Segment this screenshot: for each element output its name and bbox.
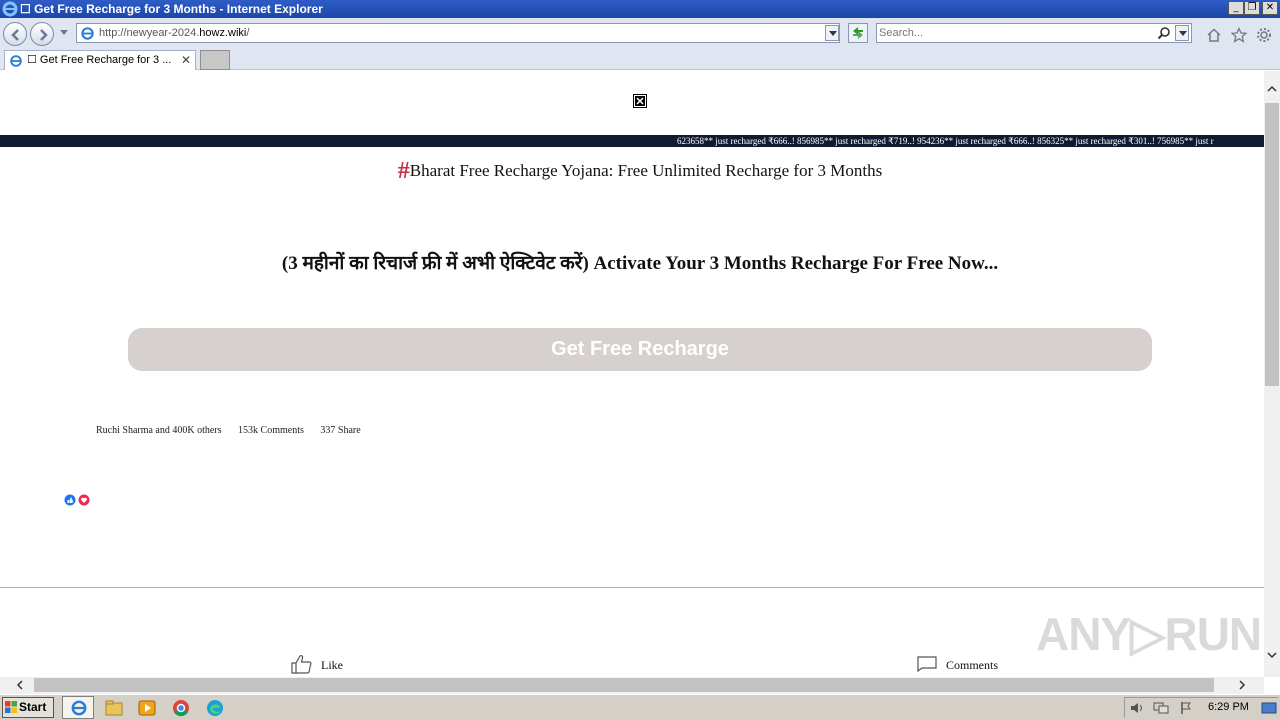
gear-icon[interactable] bbox=[1256, 27, 1272, 43]
refresh-icon bbox=[853, 27, 863, 39]
vertical-scrollbar[interactable] bbox=[1264, 71, 1280, 677]
navigation-bar: http://newyear-2024.howz.wiki/ bbox=[0, 18, 1280, 48]
horizontal-scrollbar[interactable] bbox=[0, 677, 1264, 694]
show-desktop-icon[interactable] bbox=[1261, 701, 1277, 715]
comment-icon bbox=[917, 656, 937, 673]
edge-icon[interactable] bbox=[205, 698, 225, 718]
hashtag-symbol: # bbox=[397, 158, 410, 184]
shares-count[interactable]: 337 Share bbox=[320, 425, 360, 436]
forward-arrow-icon bbox=[40, 29, 48, 41]
taskbar-ie-button[interactable] bbox=[62, 696, 94, 719]
tab-ie-icon bbox=[10, 55, 22, 67]
home-icon[interactable] bbox=[1206, 27, 1222, 43]
page-title-text: Bharat Free Recharge Yojana: Free Unlimi… bbox=[409, 161, 883, 180]
page-subheading: (3 महीनों का रिचार्ज फ्री में अभी ऐक्टिव… bbox=[281, 253, 999, 274]
anyrun-watermark: ANY▷RUN bbox=[1036, 608, 1262, 660]
search-dropdown-button[interactable] bbox=[1175, 25, 1189, 41]
back-button[interactable] bbox=[3, 22, 27, 46]
web-page-content: 623658** just recharged ₹666..! 856985**… bbox=[0, 71, 1264, 677]
tab-label: ☐ Get Free Recharge for 3 ... bbox=[27, 54, 172, 66]
scroll-left-icon[interactable] bbox=[16, 680, 24, 694]
search-box[interactable] bbox=[876, 23, 1192, 43]
page-ie-icon bbox=[81, 27, 94, 40]
get-free-recharge-button[interactable]: Get Free Recharge bbox=[128, 328, 1152, 371]
windows-logo-icon bbox=[5, 701, 17, 713]
address-url: http://newyear-2024.howz.wiki/ bbox=[99, 27, 250, 39]
horizontal-scroll-thumb[interactable] bbox=[34, 678, 1214, 692]
search-input[interactable] bbox=[879, 25, 1149, 41]
file-explorer-icon[interactable] bbox=[104, 698, 124, 718]
window-title-bar: ☐ Get Free Recharge for 3 Months - Inter… bbox=[0, 0, 1280, 18]
comments-button[interactable]: Comments bbox=[916, 653, 1036, 675]
tab-bar: ☐ Get Free Recharge for 3 ... ✕ bbox=[0, 48, 1280, 70]
page-title: #Bharat Free Recharge Yojana: Free Unlim… bbox=[0, 159, 1264, 183]
tab-active[interactable]: ☐ Get Free Recharge for 3 ... ✕ bbox=[4, 50, 196, 70]
scroll-up-icon[interactable] bbox=[1267, 85, 1277, 97]
taskbar: Start 6:29 PM bbox=[0, 694, 1280, 720]
refresh-button[interactable] bbox=[848, 23, 868, 43]
search-icon[interactable] bbox=[1157, 26, 1171, 40]
recharge-ticker: 623658** just recharged ₹666..! 856985**… bbox=[0, 135, 1264, 147]
address-bar[interactable]: http://newyear-2024.howz.wiki/ bbox=[76, 23, 840, 43]
new-tab-button[interactable] bbox=[200, 50, 230, 70]
comments-label: Comments bbox=[946, 658, 999, 672]
scroll-down-icon[interactable] bbox=[1267, 651, 1277, 663]
scroll-right-icon[interactable] bbox=[1238, 680, 1246, 694]
comments-count[interactable]: 153k Comments bbox=[238, 425, 304, 436]
star-icon[interactable] bbox=[1231, 27, 1247, 43]
start-button[interactable]: Start bbox=[2, 697, 54, 718]
close-window-button[interactable]: ✕ bbox=[1262, 1, 1278, 15]
start-label: Start bbox=[19, 700, 47, 714]
tab-close-button[interactable]: ✕ bbox=[181, 53, 191, 67]
network-icon[interactable] bbox=[1153, 701, 1169, 715]
media-player-icon[interactable] bbox=[137, 698, 157, 718]
ticker-text: 623658** just recharged ₹666..! 856985**… bbox=[677, 136, 1214, 146]
system-tray bbox=[1124, 697, 1278, 718]
vertical-scroll-thumb[interactable] bbox=[1265, 103, 1279, 386]
likes-count[interactable]: Ruchi Sharma and 400K others bbox=[96, 425, 222, 436]
thumbs-up-icon bbox=[291, 655, 312, 674]
social-stats: Ruchi Sharma and 400K others 153k Commen… bbox=[96, 425, 375, 436]
back-arrow-icon bbox=[11, 29, 19, 41]
history-dropdown-icon[interactable] bbox=[60, 30, 68, 35]
window-title: ☐ Get Free Recharge for 3 Months - Inter… bbox=[20, 2, 323, 16]
restore-button[interactable]: ❐ bbox=[1244, 1, 1260, 15]
divider bbox=[0, 587, 1264, 588]
minimize-button[interactable]: _ bbox=[1228, 1, 1244, 15]
address-dropdown-button[interactable] bbox=[825, 25, 839, 41]
chrome-icon[interactable] bbox=[171, 698, 191, 718]
speaker-icon[interactable] bbox=[1129, 701, 1145, 715]
ie-logo-icon bbox=[2, 1, 18, 17]
clock[interactable]: 6:29 PM bbox=[1208, 701, 1249, 713]
internet-explorer-icon bbox=[71, 700, 87, 716]
close-icon bbox=[635, 96, 645, 106]
close-ad-button[interactable] bbox=[633, 94, 647, 108]
like-label: Like bbox=[321, 658, 343, 672]
action-center-flag-icon[interactable] bbox=[1179, 701, 1193, 715]
forward-button[interactable] bbox=[30, 22, 54, 46]
reactions-icon bbox=[64, 494, 90, 506]
